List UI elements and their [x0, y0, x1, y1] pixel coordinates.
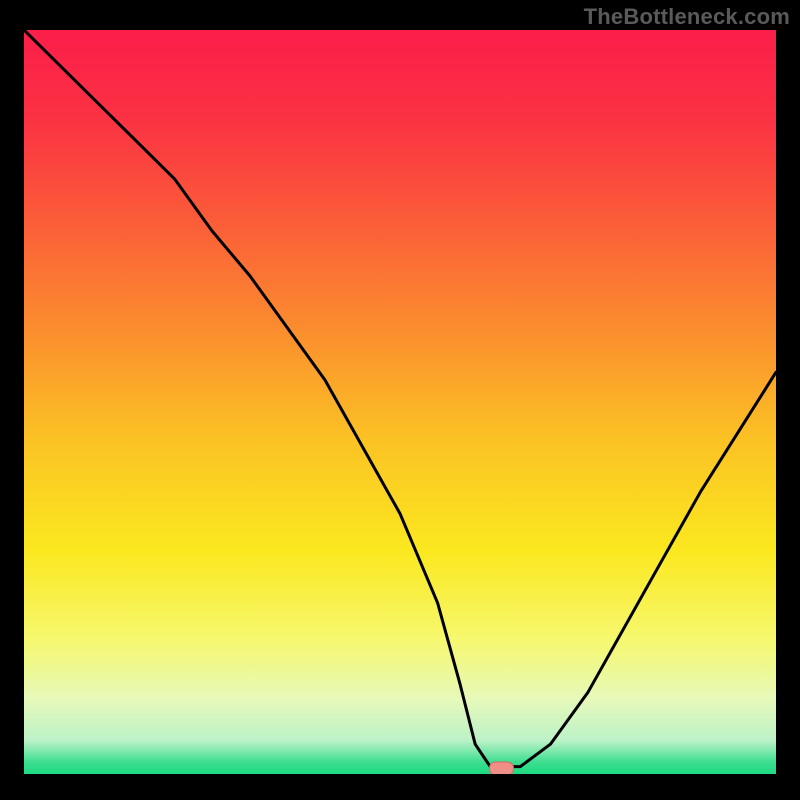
optimal-point-marker	[490, 762, 514, 774]
chart-frame: TheBottleneck.com	[0, 0, 800, 800]
plot-area	[24, 30, 776, 774]
bottleneck-chart	[24, 30, 776, 774]
watermark-text: TheBottleneck.com	[584, 4, 790, 30]
